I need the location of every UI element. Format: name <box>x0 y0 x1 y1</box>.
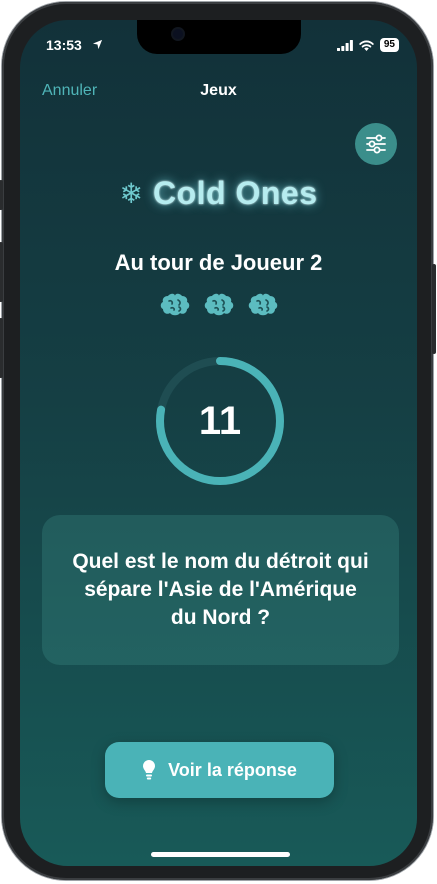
game-name: Cold Ones <box>152 175 318 211</box>
brain-icon <box>247 292 279 323</box>
home-indicator[interactable] <box>151 852 290 857</box>
reveal-answer-label: Voir la réponse <box>168 759 297 780</box>
cellular-signal-icon <box>336 39 353 51</box>
phone-frame: 13:53 95 Annuler Jeux ❄ Cold Ones Au tou… <box>0 2 436 880</box>
wifi-icon <box>359 40 374 51</box>
lives-row <box>20 292 417 323</box>
brain-icon <box>159 292 191 323</box>
side-button-mute <box>0 180 3 210</box>
side-button-volume-down <box>0 318 3 378</box>
status-indicators: 95 <box>336 38 399 52</box>
timer-value: 11 <box>198 398 242 443</box>
app-screen: 13:53 95 Annuler Jeux ❄ Cold Ones Au tou… <box>20 20 417 866</box>
notch <box>137 20 301 54</box>
front-camera <box>173 29 183 39</box>
nav-title: Jeux <box>200 82 237 99</box>
side-button-power <box>432 264 436 354</box>
side-button-volume-up <box>0 242 3 302</box>
reveal-answer-button[interactable]: Voir la réponse <box>105 742 334 798</box>
settings-button[interactable] <box>355 123 397 165</box>
sliders-icon <box>366 134 386 154</box>
snowflake-icon: ❄ <box>119 177 143 209</box>
lightbulb-icon <box>143 760 156 780</box>
game-brand: ❄ Cold Ones <box>20 175 417 212</box>
status-time: 13:53 <box>46 37 82 53</box>
turn-indicator: Au tour de Joueur 2 <box>114 250 323 275</box>
brain-icon <box>203 292 235 323</box>
question-card: Quel est le nom du détroit qui sépare l'… <box>42 515 399 665</box>
question-text: Quel est le nom du détroit qui sépare l'… <box>72 550 369 629</box>
battery-indicator: 95 <box>379 38 399 52</box>
location-arrow-icon <box>92 39 103 50</box>
countdown-timer: 11 <box>153 354 287 488</box>
